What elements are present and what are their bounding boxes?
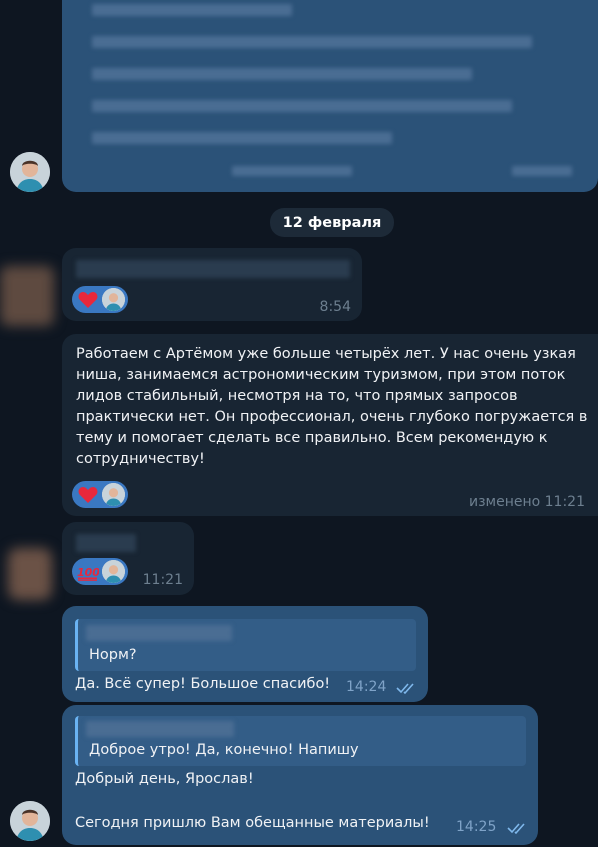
message-text-line: Добрый день, Ярослав!	[75, 771, 254, 787]
read-checks-icon	[507, 820, 529, 839]
blurred-text-line	[92, 100, 512, 112]
reactor-avatar	[102, 483, 125, 506]
incoming-message[interactable]: Работаем с Артёмом уже больше четырёх ле…	[62, 334, 598, 516]
blurred-text-line	[76, 534, 136, 552]
message-text-line: Сегодня пришлю Вам обещанные материалы!	[75, 815, 430, 831]
reaction-button[interactable]	[72, 481, 128, 508]
message-time: 14:24	[346, 679, 387, 695]
heart-icon	[76, 483, 100, 507]
message-meta: изменено 11:21	[469, 494, 585, 510]
blurred-text-line	[92, 36, 532, 48]
quote-author-blurred	[86, 721, 234, 737]
blurred-time	[512, 166, 572, 176]
hundred-icon: 100	[76, 560, 100, 584]
avatar[interactable]	[10, 801, 50, 841]
avatar-image	[10, 152, 50, 192]
incoming-message[interactable]: 100 11:21	[62, 522, 194, 595]
message-time: 8:54	[319, 299, 351, 315]
outgoing-message[interactable]: Норм? Да. Всё супер! Большое спасибо! 14…	[62, 606, 428, 702]
reactor-avatar	[102, 560, 125, 583]
incoming-message[interactable]: 8:54	[62, 248, 362, 321]
quote-text: Норм?	[89, 647, 137, 663]
message-text: Работаем с Артёмом уже больше четырёх ле…	[76, 346, 588, 467]
message-time: 14:25	[456, 819, 497, 835]
blurred-text-line	[76, 260, 350, 278]
reactor-avatar	[102, 288, 125, 311]
svg-text:100: 100	[77, 566, 99, 579]
avatar[interactable]	[0, 266, 54, 326]
blurred-text-line	[92, 132, 392, 144]
blurred-text-line	[232, 166, 352, 176]
reply-quote[interactable]: Норм?	[75, 619, 416, 671]
reaction-button[interactable]	[72, 286, 128, 313]
blurred-text-line	[92, 68, 472, 80]
quote-text: Доброе утро! Да, конечно! Напишу	[89, 742, 359, 758]
reaction-button[interactable]: 100	[72, 558, 128, 585]
avatar-image	[10, 801, 50, 841]
outgoing-message[interactable]: Доброе утро! Да, конечно! Напишу Добрый …	[62, 705, 538, 845]
avatar[interactable]	[10, 152, 50, 192]
message-text: Да. Всё супер! Большое спасибо!	[75, 676, 331, 692]
avatar[interactable]	[8, 548, 52, 600]
message-time: 11:21	[142, 572, 183, 588]
quote-author-blurred	[86, 625, 232, 641]
reply-quote[interactable]: Доброе утро! Да, конечно! Напишу	[75, 716, 526, 766]
outgoing-message-blurred[interactable]	[62, 0, 598, 192]
read-checks-icon	[396, 680, 418, 699]
date-separator-label: 12 февраля	[282, 214, 382, 231]
edited-label: изменено	[468, 494, 541, 510]
message-time: 11:21	[544, 494, 585, 510]
date-separator: 12 февраля	[270, 208, 394, 237]
heart-icon	[76, 288, 100, 312]
blurred-text-line	[92, 4, 292, 16]
